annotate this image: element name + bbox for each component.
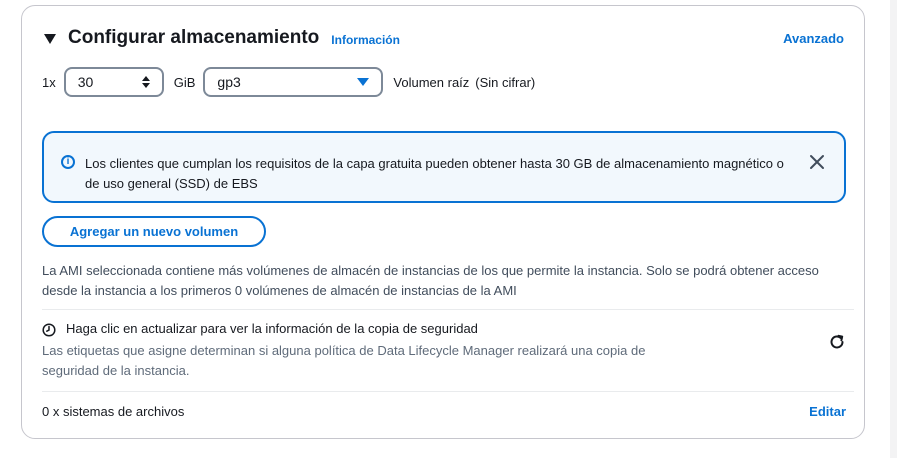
clock-icon — [42, 323, 56, 337]
backup-description: Las etiquetas que asigne determinan si a… — [42, 343, 646, 378]
volume-type-select[interactable]: gp3 — [203, 67, 384, 97]
close-icon[interactable] — [808, 153, 826, 171]
backup-title: Haga clic en actualizar para ver la info… — [66, 321, 478, 336]
spin-down-icon[interactable] — [141, 83, 150, 88]
filesystems-row: 0 x sistemas de archivos Editar — [42, 404, 846, 424]
volume-type-value: gp3 — [217, 74, 241, 90]
add-volume-button[interactable]: Agregar un nuevo volumen — [42, 216, 266, 247]
divider — [42, 309, 854, 310]
info-icon: i — [61, 155, 75, 169]
volume-multiplier: 1x — [42, 74, 56, 90]
size-spinner[interactable] — [140, 76, 152, 88]
refresh-icon[interactable] — [828, 333, 846, 351]
filesystems-label: 0 x sistemas de archivos — [42, 404, 185, 419]
storage-panel: Configurar almacenamiento Información Av… — [21, 5, 865, 439]
section-title: Configurar almacenamiento — [68, 27, 320, 48]
volume-size-input[interactable]: 30 — [63, 67, 164, 97]
encryption-status: (Sin cifrar) — [475, 74, 536, 90]
volume-size-value: 30 — [77, 74, 94, 90]
advanced-link[interactable]: Avanzado — [783, 31, 844, 46]
collapse-caret-icon[interactable] — [44, 34, 56, 44]
root-volume-row: 1x 30 GiB gp3 Volumen raíz (Sin cifrar) — [42, 64, 535, 100]
root-volume-label: Volumen raíz — [393, 74, 470, 90]
page-scrollbar[interactable] — [890, 0, 897, 458]
free-tier-alert: i Los clientes que cumplan los requisito… — [42, 131, 846, 203]
ami-note: La AMI seleccionada contiene más volúmen… — [42, 263, 819, 298]
alert-text: Los clientes que cumplan los requisitos … — [85, 156, 784, 191]
divider — [42, 391, 854, 392]
spin-up-icon[interactable] — [141, 76, 150, 81]
backup-info-row: Haga clic en actualizar para ver la info… — [42, 321, 852, 385]
caret-down-icon — [357, 78, 370, 86]
section-header: Configurar almacenamiento Información Av… — [44, 24, 844, 52]
info-link[interactable]: Información — [331, 33, 400, 47]
edit-link[interactable]: Editar — [809, 404, 846, 419]
volume-size-unit: GiB — [173, 74, 196, 90]
